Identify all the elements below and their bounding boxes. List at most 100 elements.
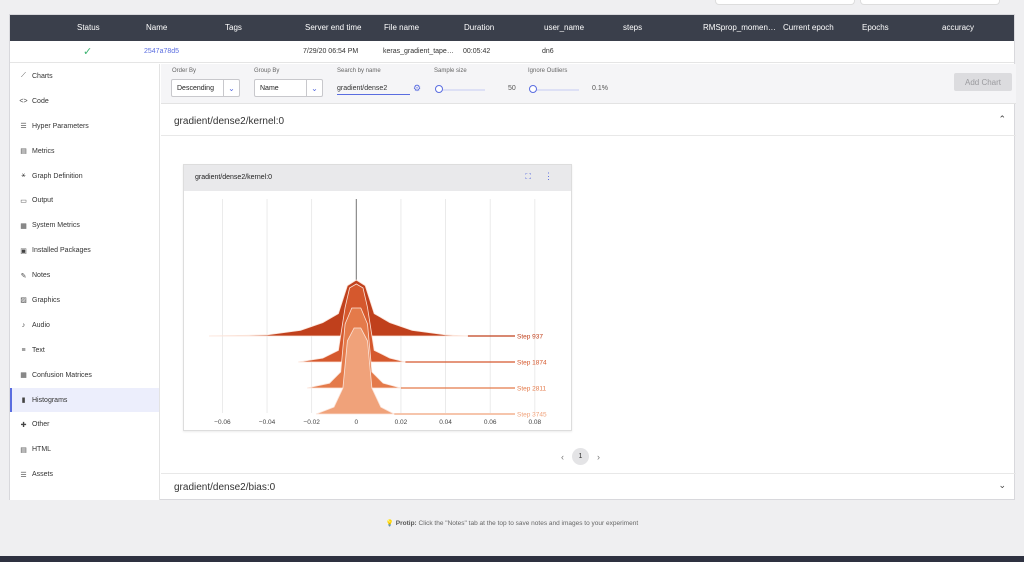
x-tick-label: −0.02 bbox=[303, 419, 320, 426]
histogram-chart-card: gradient/dense2/kernel:0 ⛶ ⋮ Step 937 Ste… bbox=[183, 164, 572, 431]
chevron-down-icon[interactable]: ⌄ bbox=[998, 480, 1006, 491]
col-user-name[interactable]: user_name bbox=[544, 23, 584, 32]
search-label: Search by name bbox=[337, 68, 381, 74]
order-by-select[interactable]: Descending ⌄ bbox=[171, 79, 240, 97]
sidebar-item-label: Assets bbox=[32, 471, 54, 479]
group-by-value: Name bbox=[260, 84, 279, 92]
section-title-kernel[interactable]: gradient/dense2/kernel:0 bbox=[174, 116, 284, 127]
more-vertical-icon[interactable]: ⋮ bbox=[544, 171, 553, 182]
col-epochs[interactable]: Epochs bbox=[862, 23, 889, 32]
x-tick-label: 0.02 bbox=[395, 419, 408, 426]
group-by-select[interactable]: Name ⌄ bbox=[254, 79, 323, 97]
col-duration[interactable]: Duration bbox=[464, 23, 494, 32]
sidebar: ⟋ Charts <> Code ☰ Hyper Parameters ▤ Metrics ⚹ G… bbox=[10, 64, 160, 500]
col-status[interactable]: Status bbox=[77, 23, 100, 32]
sidebar-item-label: Output bbox=[32, 197, 54, 205]
x-tick-label: −0.06 bbox=[214, 419, 231, 426]
sidebar-item-confusion-matrices[interactable]: ▦ Confusion Matrices bbox=[10, 363, 159, 388]
sidebar-item-label: Other bbox=[32, 421, 50, 429]
col-current-epoch[interactable]: Current epoch bbox=[783, 23, 834, 32]
pagination: ‹ 1 › bbox=[561, 448, 600, 465]
sidebar-item-assets[interactable]: ☰ Assets bbox=[10, 462, 159, 487]
sidebar-item-graphics[interactable]: ▨ Graphics bbox=[10, 288, 159, 313]
sidebar-item-label: Confusion Matrices bbox=[32, 371, 92, 379]
sample-size-knob[interactable] bbox=[435, 85, 443, 93]
step-label: Step 937 bbox=[517, 334, 543, 341]
sidebar-item-system-metrics[interactable]: ▦ System Metrics bbox=[10, 213, 159, 238]
histogram-toolbar: Order By Descending ⌄ Group By Name ⌄ Se… bbox=[161, 64, 1016, 104]
sidebar-item-label: Histograms bbox=[32, 396, 68, 404]
sidebar-item-label: Notes bbox=[32, 272, 51, 280]
histogram-icon: ▮ bbox=[21, 397, 26, 405]
col-server-end-time[interactable]: Server end time bbox=[305, 23, 361, 32]
check-icon: ✓ bbox=[83, 46, 93, 58]
table-row[interactable]: ✓ 2547a78d5 7/29/20 06:54 PM keras_gradi… bbox=[10, 41, 1014, 63]
col-file-name[interactable]: File name bbox=[384, 23, 419, 32]
sample-size-track[interactable] bbox=[437, 89, 485, 91]
chevron-down-icon: ⌄ bbox=[223, 80, 239, 96]
section-title-bias[interactable]: gradient/dense2/bias:0 bbox=[174, 482, 275, 493]
section-divider bbox=[161, 135, 1016, 136]
x-tick-label: 0 bbox=[354, 419, 358, 426]
sidebar-item-code[interactable]: <> Code bbox=[10, 89, 159, 114]
top-strip bbox=[0, 0, 1024, 14]
graph-icon: ⚹ bbox=[21, 172, 26, 179]
server-icon: ▦ bbox=[20, 222, 27, 230]
sidebar-item-html[interactable]: ▤ HTML bbox=[10, 437, 159, 462]
sidebar-item-other[interactable]: ✚ Other bbox=[10, 412, 159, 437]
col-rmsprop-momentum[interactable]: RMSprop_momen… bbox=[703, 23, 776, 32]
sidebar-item-histograms[interactable]: ▮ Histograms bbox=[10, 387, 159, 413]
main-panel: Order By Descending ⌄ Group By Name ⌄ Se… bbox=[161, 64, 1016, 500]
sidebar-item-notes[interactable]: ✎ Notes bbox=[10, 263, 159, 288]
histogram-chart: Step 937 Step 1874 Step 2811 Step 3745 −0.06… bbox=[208, 199, 547, 426]
col-steps[interactable]: steps bbox=[623, 23, 642, 32]
order-by-label: Order By bbox=[172, 68, 197, 74]
histogram-step-4 bbox=[315, 327, 395, 415]
duration-value: 00:05:42 bbox=[463, 48, 491, 55]
sidebar-item-text[interactable]: ≡ Text bbox=[10, 338, 159, 363]
protip-text: Click the "Notes" tab at the top to save… bbox=[418, 520, 639, 527]
chevron-left-icon[interactable]: ‹ bbox=[561, 452, 564, 462]
sidebar-item-label: Metrics bbox=[32, 147, 55, 155]
page-number[interactable]: 1 bbox=[572, 448, 589, 465]
step-label: Step 2811 bbox=[517, 386, 547, 393]
search-input[interactable]: gradient/dense2 bbox=[337, 85, 410, 95]
gear-icon[interactable]: ⚙ bbox=[413, 83, 421, 94]
sidebar-item-label: Graph Definition bbox=[32, 172, 83, 180]
section-divider bbox=[161, 473, 1016, 474]
step-label: Step 1874 bbox=[517, 360, 547, 367]
sidebar-item-label: Text bbox=[32, 346, 45, 354]
sidebar-item-charts[interactable]: ⟋ Charts bbox=[10, 64, 159, 89]
experiment-name-link[interactable]: 2547a78d5 bbox=[144, 48, 179, 55]
sidebar-item-installed-packages[interactable]: ▣ Installed Packages bbox=[10, 238, 159, 263]
ignore-outliers-track[interactable] bbox=[531, 89, 579, 91]
sidebar-item-label: Charts bbox=[32, 72, 53, 80]
sidebar-item-output[interactable]: ▭ Output bbox=[10, 188, 159, 213]
top-pill-left[interactable] bbox=[715, 0, 855, 5]
chevron-down-icon: ⌄ bbox=[306, 80, 322, 96]
sidebar-item-hyper-parameters[interactable]: ☰ Hyper Parameters bbox=[10, 114, 159, 139]
add-chart-button[interactable]: Add Chart bbox=[954, 73, 1012, 91]
sidebar-item-label: System Metrics bbox=[32, 222, 80, 230]
step-label: Step 3745 bbox=[517, 412, 547, 419]
sidebar-item-graph-definition[interactable]: ⚹ Graph Definition bbox=[10, 164, 159, 189]
order-by-value: Descending bbox=[177, 84, 214, 92]
sidebar-item-label: HTML bbox=[32, 446, 52, 454]
x-tick-label: 0.06 bbox=[484, 419, 497, 426]
col-name[interactable]: Name bbox=[146, 23, 167, 32]
ignore-outliers-value: 0.1% bbox=[592, 85, 608, 92]
table-header: Status Name Tags Server end time File na… bbox=[10, 15, 1014, 41]
bulb-icon: 💡 bbox=[385, 520, 394, 527]
chevron-up-icon[interactable]: ⌃ bbox=[998, 114, 1006, 125]
ignore-outliers-knob[interactable] bbox=[529, 85, 537, 93]
chevron-right-icon[interactable]: › bbox=[597, 452, 600, 462]
x-tick-label: 0.04 bbox=[439, 419, 452, 426]
laptop-icon: ▭ bbox=[20, 197, 27, 205]
expand-icon[interactable]: ⛶ bbox=[525, 172, 531, 182]
sidebar-item-metrics[interactable]: ▤ Metrics bbox=[10, 139, 159, 164]
top-pill-right[interactable] bbox=[860, 0, 1000, 5]
group-by-label: Group By bbox=[254, 68, 280, 74]
col-tags[interactable]: Tags bbox=[225, 23, 242, 32]
col-accuracy[interactable]: accuracy bbox=[942, 23, 974, 32]
sidebar-item-audio[interactable]: ♪ Audio bbox=[10, 313, 159, 338]
